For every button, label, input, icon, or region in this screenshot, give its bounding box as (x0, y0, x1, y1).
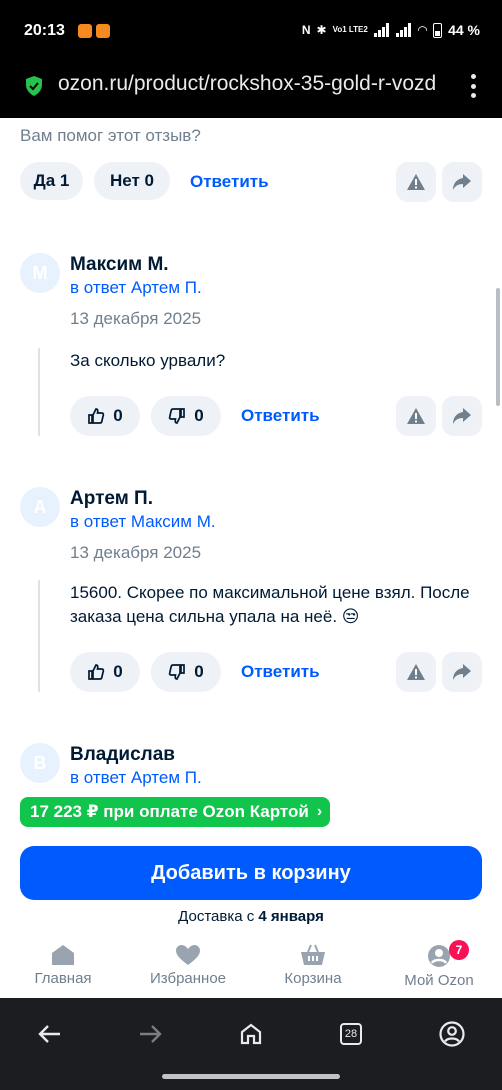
battery-percent: 44 % (448, 22, 480, 38)
scrollbar[interactable] (496, 288, 500, 406)
warning-icon (407, 664, 425, 680)
helpful-question: Вам помог этот отзыв? (20, 126, 201, 145)
dislike-count: 0 (194, 662, 204, 681)
reply-to-link[interactable]: в ответ Артем П. (70, 278, 202, 298)
status-time: 20:13 (24, 22, 65, 39)
reply-button[interactable]: Ответить (190, 172, 269, 192)
tabs-button[interactable]: 28 (331, 1018, 371, 1050)
share-button[interactable] (442, 396, 482, 436)
system-navigation-bar: 28 (0, 998, 502, 1090)
nav-home[interactable]: Главная (13, 944, 113, 987)
dislike-button[interactable]: 0 (151, 396, 221, 436)
home-outline-icon (240, 1023, 262, 1045)
bottom-navigation: Главная Избранное Корзина Мой Ozon 7 (0, 938, 502, 998)
dislike-count: 0 (194, 406, 204, 425)
signal-icon (395, 23, 412, 37)
notification-badge: 7 (449, 940, 469, 960)
nav-cart[interactable]: Корзина (263, 944, 363, 987)
nav-label: Главная (34, 970, 92, 987)
chevron-right-icon: › (316, 803, 323, 820)
wifi-icon: ◠ (417, 23, 428, 37)
share-button[interactable] (442, 652, 482, 692)
heart-icon (176, 945, 200, 965)
helpful-yes-button[interactable]: Да 1 (20, 162, 83, 200)
thumbs-up-icon (88, 664, 105, 680)
avatar: А (20, 487, 60, 527)
page-content: Вам помог этот отзыв? Да 1 Нет 0 Ответит… (0, 118, 502, 998)
comment-text: 15600. Скорее по максимальной цене взял.… (70, 583, 470, 626)
like-button[interactable]: 0 (70, 396, 140, 436)
status-icons: N ✱ Vo1 LTE2 ◠ 44 % (302, 22, 480, 38)
reply-button[interactable]: Ответить (241, 662, 320, 682)
browser-menu-icon[interactable] (470, 74, 476, 98)
profile-icon (428, 945, 450, 967)
like-count: 0 (113, 662, 123, 681)
add-to-cart-button[interactable]: Добавить в корзину (20, 846, 482, 900)
like-button[interactable]: 0 (70, 652, 140, 692)
dislike-button[interactable]: 0 (151, 652, 221, 692)
url-text[interactable]: ozon.ru/product/rockshox-35-gold-r-vozd (58, 72, 448, 96)
thumbs-down-icon (169, 408, 186, 424)
nav-label: Корзина (284, 970, 342, 987)
account-button[interactable] (432, 1018, 472, 1050)
share-icon (453, 174, 471, 190)
delivery-info: Доставка с 4 января (0, 908, 502, 925)
warning-icon (407, 408, 425, 424)
signal-icon (373, 23, 390, 37)
share-icon (453, 664, 471, 680)
reply-to-link[interactable]: в ответ Максим М. (70, 512, 216, 532)
bluetooth-icon: ✱ (316, 23, 327, 37)
share-button[interactable] (442, 162, 482, 202)
like-count: 0 (113, 406, 123, 425)
tabs-count: 28 (340, 1023, 362, 1045)
thread-line (38, 348, 40, 436)
reply-to-link[interactable]: в ответ Артем П. (70, 768, 202, 788)
thread-line (38, 580, 40, 692)
report-button[interactable] (396, 396, 436, 436)
comment-text: За сколько урвали? (70, 351, 226, 370)
comment-date: 13 декабря 2025 (70, 309, 202, 328)
avatar: М (20, 253, 60, 293)
helpful-no-button[interactable]: Нет 0 (94, 162, 170, 200)
forward-button[interactable] (130, 1018, 170, 1050)
app-notification-icon (78, 24, 92, 38)
promo-label: 17 223 ₽ при оплате Ozon Картой (30, 802, 309, 821)
status-bar: 20:13 N ✱ Vo1 LTE2 ◠ 44 % (0, 0, 502, 62)
nav-label: Избранное (149, 970, 227, 987)
report-button[interactable] (396, 162, 436, 202)
gesture-handle[interactable] (162, 1074, 340, 1079)
home-icon (52, 945, 74, 965)
comment-date: 13 декабря 2025 (70, 543, 202, 562)
back-button[interactable] (30, 1018, 70, 1050)
thumbs-up-icon (88, 408, 105, 424)
browser-url-bar[interactable]: ozon.ru/product/rockshox-35-gold-r-vozd (0, 62, 502, 118)
reply-button[interactable]: Ответить (241, 406, 320, 426)
delivery-date: 4 января (258, 908, 324, 925)
arrow-right-icon (140, 1025, 162, 1043)
home-button[interactable] (231, 1018, 271, 1050)
arrow-left-icon (38, 1025, 60, 1043)
avatar: В (20, 743, 60, 783)
secure-shield-icon (26, 76, 42, 96)
battery-icon (433, 22, 443, 38)
nav-my-ozon[interactable]: Мой Ozon 7 (389, 940, 489, 989)
ozon-card-price-badge[interactable]: 17 223 ₽ при оплате Ozon Картой › (20, 797, 330, 827)
comment-author[interactable]: Максим М. (70, 254, 169, 276)
report-button[interactable] (396, 652, 436, 692)
account-icon (439, 1021, 465, 1047)
thumbs-down-icon (169, 664, 186, 680)
nav-label: Мой Ozon (404, 972, 474, 989)
nav-favorites[interactable]: Избранное (138, 944, 238, 987)
delivery-prefix: Доставка с (178, 908, 259, 925)
volte-icon: Vo1 LTE2 (332, 25, 368, 34)
basket-icon (301, 944, 325, 965)
comment-author[interactable]: Владислав (70, 744, 175, 766)
warning-icon (407, 174, 425, 190)
nfc-icon: N (301, 23, 311, 37)
app-notification-icon (96, 24, 110, 38)
share-icon (453, 408, 471, 424)
comment-author[interactable]: Артем П. (70, 488, 153, 510)
